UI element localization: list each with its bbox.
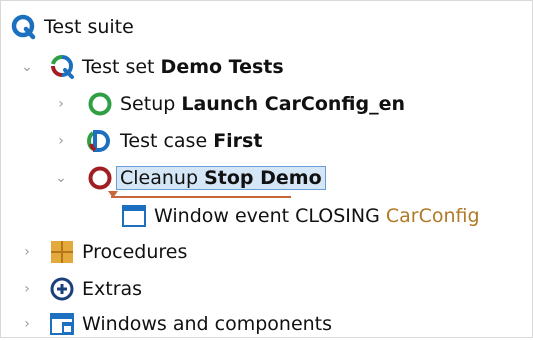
- tree-node-window-event[interactable]: Window event CLOSING CarConfig: [121, 199, 480, 233]
- window-icon: [121, 203, 147, 229]
- test-set-icon: [49, 54, 75, 80]
- chevron-right-icon[interactable]: ›: [19, 272, 35, 306]
- chevron-down-icon[interactable]: ⌄: [53, 161, 69, 195]
- chevron-right-icon[interactable]: ›: [19, 235, 35, 269]
- cleanup-name: Stop Demo: [204, 167, 322, 189]
- cleanup-ring-icon: [87, 165, 113, 191]
- procedures-icon: [49, 239, 75, 265]
- window-event-target: CarConfig: [385, 205, 480, 227]
- window-event-label: Window event CLOSING CarConfig: [154, 205, 480, 227]
- tree-node-test-set[interactable]: Test set Demo Tests: [49, 50, 284, 84]
- chevron-right-icon[interactable]: ›: [19, 307, 35, 341]
- cleanup-label-selected: Cleanup Stop Demo: [116, 166, 326, 190]
- test-suite-tree: Test suite ⌄ Test set Demo Tests › Setup…: [0, 0, 533, 338]
- test-case-prefix: Test case: [120, 130, 208, 152]
- tree-node-test-suite[interactable]: Test suite: [11, 10, 134, 44]
- setup-name: Launch CarConfig_en: [181, 93, 405, 115]
- tree-node-test-case[interactable]: Test case First: [87, 124, 262, 158]
- qf-test-suite-icon: [11, 14, 37, 40]
- chevron-right-icon[interactable]: ›: [53, 124, 69, 158]
- tree-node-cleanup[interactable]: Cleanup Stop Demo: [87, 161, 326, 195]
- drop-insertion-line: [111, 196, 291, 198]
- tree-node-setup[interactable]: Setup Launch CarConfig_en: [87, 87, 405, 121]
- window-event-prefix: Window event CLOSING: [154, 205, 380, 227]
- setup-label: Setup Launch CarConfig_en: [120, 93, 405, 115]
- tree-node-procedures[interactable]: Procedures: [49, 235, 187, 269]
- test-set-prefix: Test set: [82, 56, 155, 78]
- test-case-label: Test case First: [120, 130, 262, 152]
- extras-label: Extras: [82, 278, 143, 300]
- chevron-right-icon[interactable]: ›: [53, 87, 69, 121]
- chevron-down-icon[interactable]: ⌄: [19, 50, 35, 84]
- setup-ring-icon: [87, 91, 113, 117]
- test-case-name: First: [213, 130, 263, 152]
- windows-components-icon: [49, 311, 75, 337]
- test-set-name: Demo Tests: [160, 56, 284, 78]
- procedures-label: Procedures: [82, 241, 188, 263]
- cleanup-prefix: Cleanup: [120, 167, 199, 189]
- test-suite-label: Test suite: [44, 16, 134, 38]
- windows-components-label: Windows and components: [82, 313, 333, 335]
- test-case-icon: [87, 128, 113, 154]
- test-set-label: Test set Demo Tests: [82, 56, 284, 78]
- tree-node-windows-components[interactable]: Windows and components: [49, 307, 332, 341]
- setup-prefix: Setup: [120, 93, 176, 115]
- tree-node-extras[interactable]: Extras: [49, 272, 142, 306]
- plus-circle-icon: [49, 276, 75, 302]
